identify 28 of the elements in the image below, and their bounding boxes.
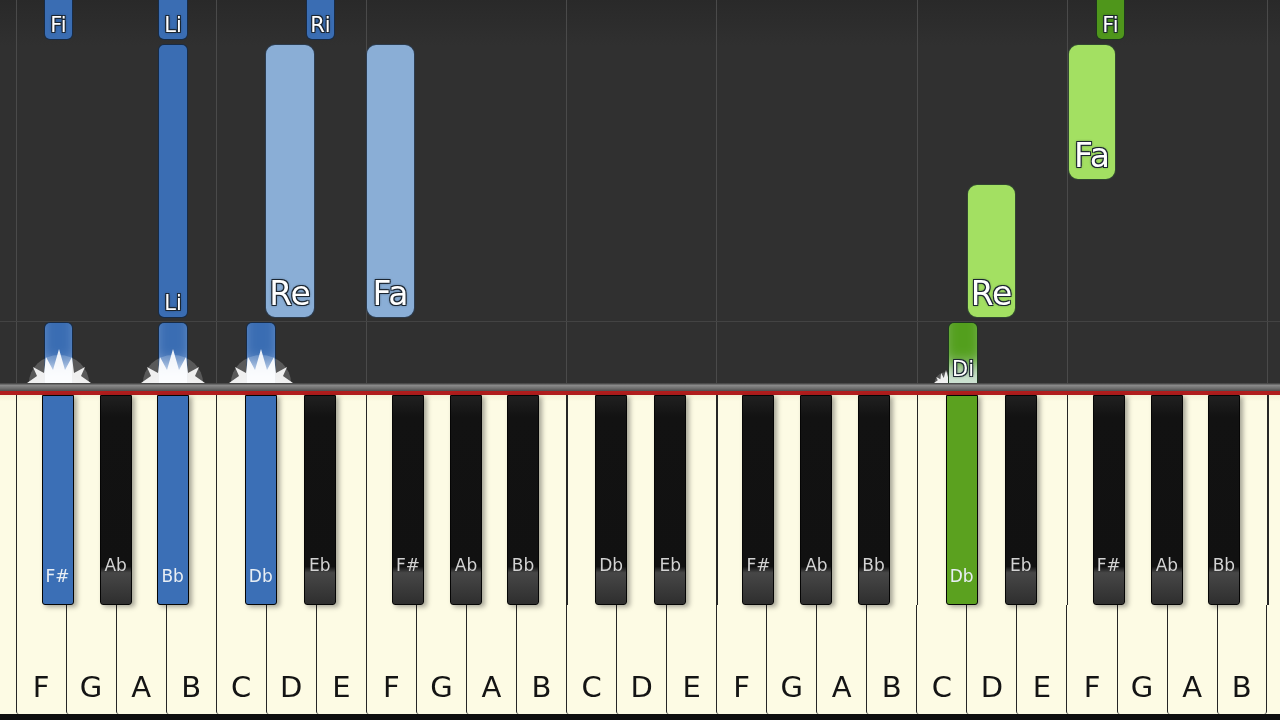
- accidental-key[interactable]: Ab: [99, 395, 132, 605]
- accidental-key[interactable]: Eb: [303, 395, 336, 605]
- note-label: Ri: [310, 12, 331, 39]
- note-label: Fa: [372, 275, 409, 316]
- accidental-key[interactable]: Ab: [450, 395, 483, 605]
- note-label: Li: [164, 290, 182, 317]
- note-label: Re: [269, 275, 311, 316]
- note-label: Fi: [50, 12, 67, 39]
- accidental-key[interactable]: Eb: [1004, 395, 1037, 605]
- accidental-key[interactable]: Ab: [1150, 395, 1183, 605]
- note-label: Fa: [1073, 137, 1111, 178]
- accidental-key[interactable]: Db: [244, 395, 277, 605]
- accidental-key[interactable]: F#: [742, 395, 775, 605]
- accidental-key[interactable]: Db: [595, 395, 628, 605]
- accidental-key[interactable]: Ab: [800, 395, 833, 605]
- accidental-key[interactable]: F#: [41, 395, 74, 605]
- natural-key[interactable]: B: [1216, 605, 1267, 714]
- note-label: Li: [164, 12, 182, 39]
- accidental-key[interactable]: Bb: [857, 395, 890, 605]
- accidental-key[interactable]: Bb: [1207, 395, 1240, 605]
- accidental-key[interactable]: Bb: [156, 395, 189, 605]
- accidental-key[interactable]: F#: [391, 395, 424, 605]
- note-label: Fi: [1102, 12, 1119, 39]
- accidental-key[interactable]: F#: [1092, 395, 1125, 605]
- accidental-key[interactable]: Bb: [507, 395, 540, 605]
- note-label: Re: [970, 275, 1013, 316]
- accidental-key[interactable]: Eb: [654, 395, 687, 605]
- note-label: Di: [952, 356, 974, 383]
